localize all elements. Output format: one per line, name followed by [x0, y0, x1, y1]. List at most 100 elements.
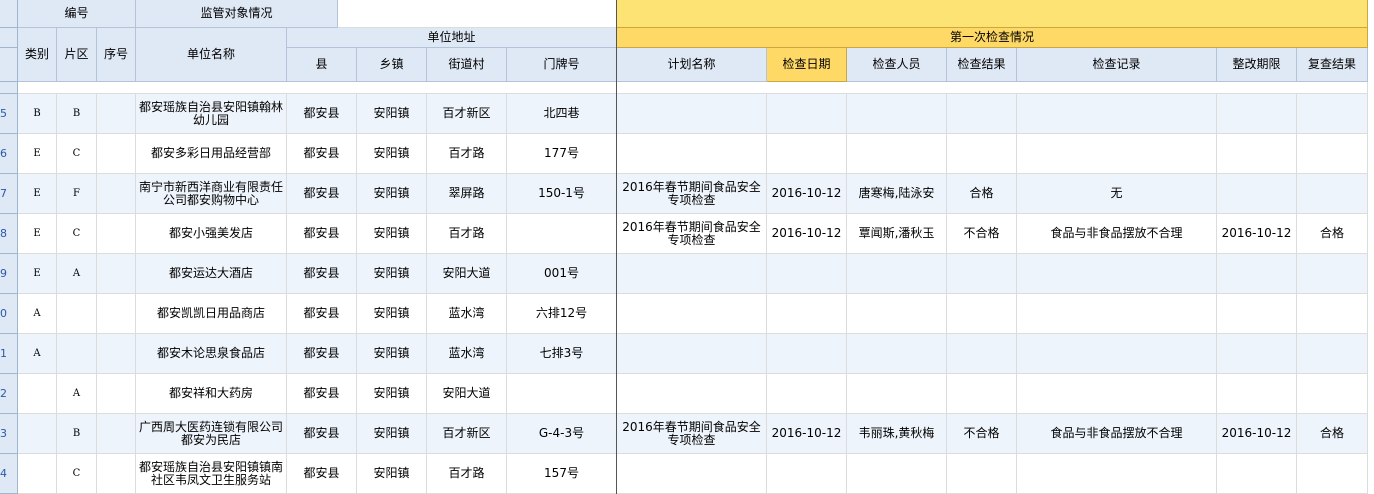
- header-rectify-deadline[interactable]: 整改期限: [1217, 48, 1297, 82]
- cell-street[interactable]: 安阳大道: [427, 374, 507, 414]
- cell-unit-name[interactable]: 都安瑶族自治县安阳镇镇南社区韦凤文卫生服务站: [136, 454, 287, 494]
- cell-inspectors[interactable]: [847, 454, 947, 494]
- cell-street[interactable]: 蓝水湾: [427, 294, 507, 334]
- cell-county[interactable]: 都安县: [287, 134, 357, 174]
- cell-recheck[interactable]: [1297, 174, 1368, 214]
- cell-record[interactable]: 食品与非食品摆放不合理: [1017, 414, 1217, 454]
- cell-unit-name[interactable]: 都安祥和大药房: [136, 374, 287, 414]
- cell-check-date[interactable]: [767, 134, 847, 174]
- cell-record[interactable]: [1017, 334, 1217, 374]
- cell-district[interactable]: [57, 334, 97, 374]
- cell-plan-name[interactable]: [617, 454, 767, 494]
- cell-door-no[interactable]: 001号: [507, 254, 617, 294]
- header-district[interactable]: 片区: [57, 28, 97, 82]
- cell-district[interactable]: A: [57, 374, 97, 414]
- cell-inspectors[interactable]: [847, 334, 947, 374]
- cell-result[interactable]: [947, 134, 1017, 174]
- cell-record[interactable]: 食品与非食品摆放不合理: [1017, 214, 1217, 254]
- cell-check-date[interactable]: [767, 374, 847, 414]
- cell-recheck[interactable]: [1297, 254, 1368, 294]
- row-number[interactable]: 6: [0, 134, 18, 174]
- cell-door-no[interactable]: [507, 214, 617, 254]
- row-number[interactable]: 8: [0, 214, 18, 254]
- cell-town[interactable]: 安阳镇: [357, 334, 427, 374]
- cell-street[interactable]: 百才路: [427, 214, 507, 254]
- cell-recheck[interactable]: [1297, 334, 1368, 374]
- cell-record[interactable]: [1017, 134, 1217, 174]
- header-result[interactable]: 检查结果: [947, 48, 1017, 82]
- header-check-date[interactable]: 检查日期: [767, 48, 847, 82]
- row-number[interactable]: 3: [0, 414, 18, 454]
- cell-district[interactable]: C: [57, 134, 97, 174]
- cell-record[interactable]: [1017, 454, 1217, 494]
- cell-rectify-deadline[interactable]: [1217, 374, 1297, 414]
- header-town[interactable]: 乡镇: [357, 48, 427, 82]
- cell-record[interactable]: 无: [1017, 174, 1217, 214]
- cell-inspectors[interactable]: 覃闻斯,潘秋玉: [847, 214, 947, 254]
- header-first-inspection-band[interactable]: [617, 0, 1368, 28]
- cell-town[interactable]: 安阳镇: [357, 134, 427, 174]
- cell-record[interactable]: [1017, 294, 1217, 334]
- cell-county[interactable]: 都安县: [287, 374, 357, 414]
- cell-serial[interactable]: [97, 334, 136, 374]
- cell-town[interactable]: 安阳镇: [357, 374, 427, 414]
- cell-rectify-deadline[interactable]: 2016-10-12: [1217, 214, 1297, 254]
- header-first-inspection[interactable]: 第一次检查情况: [617, 28, 1368, 48]
- cell-serial[interactable]: [97, 414, 136, 454]
- cell-district[interactable]: B: [57, 94, 97, 134]
- cell-district[interactable]: F: [57, 174, 97, 214]
- header-record[interactable]: 检查记录: [1017, 48, 1217, 82]
- cell-inspectors[interactable]: [847, 94, 947, 134]
- header-serial[interactable]: 序号: [97, 28, 136, 82]
- cell-town[interactable]: 安阳镇: [357, 174, 427, 214]
- header-inspectors[interactable]: 检查人员: [847, 48, 947, 82]
- cell-town[interactable]: 安阳镇: [357, 414, 427, 454]
- cell-street[interactable]: 百才新区: [427, 414, 507, 454]
- cell-county[interactable]: 都安县: [287, 254, 357, 294]
- row-header-corner[interactable]: [0, 0, 18, 28]
- cell-result[interactable]: [947, 374, 1017, 414]
- cell-result[interactable]: [947, 334, 1017, 374]
- cell-serial[interactable]: [97, 374, 136, 414]
- cell-town[interactable]: 安阳镇: [357, 214, 427, 254]
- cell-check-date[interactable]: 2016-10-12: [767, 414, 847, 454]
- cell-serial[interactable]: [97, 254, 136, 294]
- header-unit-name[interactable]: 单位名称: [136, 28, 287, 82]
- cell-county[interactable]: 都安县: [287, 454, 357, 494]
- cell-check-date[interactable]: 2016-10-12: [767, 174, 847, 214]
- cell-unit-name[interactable]: 都安小强美发店: [136, 214, 287, 254]
- cell-unit-name[interactable]: 广西周大医药连锁有限公司都安为民店: [136, 414, 287, 454]
- cell-category[interactable]: E: [18, 214, 57, 254]
- row-number[interactable]: 0: [0, 294, 18, 334]
- cell-rectify-deadline[interactable]: [1217, 174, 1297, 214]
- cell-category[interactable]: B: [18, 94, 57, 134]
- cell-result[interactable]: [947, 254, 1017, 294]
- cell-district[interactable]: [57, 294, 97, 334]
- cell-door-no[interactable]: 150-1号: [507, 174, 617, 214]
- cell-plan-name[interactable]: [617, 254, 767, 294]
- row-number[interactable]: 2: [0, 374, 18, 414]
- cell-recheck[interactable]: [1297, 454, 1368, 494]
- cell-door-no[interactable]: 北四巷: [507, 94, 617, 134]
- cell-inspectors[interactable]: [847, 254, 947, 294]
- cell-unit-name[interactable]: 都安多彩日用品经营部: [136, 134, 287, 174]
- cell-recheck[interactable]: [1297, 134, 1368, 174]
- cell-unit-name[interactable]: 都安瑶族自治县安阳镇翰林幼儿园: [136, 94, 287, 134]
- header-category[interactable]: 类别: [18, 28, 57, 82]
- cell-plan-name[interactable]: [617, 94, 767, 134]
- header-door-no[interactable]: 门牌号: [507, 48, 617, 82]
- cell-check-date[interactable]: [767, 254, 847, 294]
- cell-recheck[interactable]: 合格: [1297, 414, 1368, 454]
- cell-category[interactable]: E: [18, 134, 57, 174]
- cell-door-no[interactable]: 六排12号: [507, 294, 617, 334]
- cell-plan-name[interactable]: [617, 374, 767, 414]
- cell-category[interactable]: [18, 374, 57, 414]
- cell-result[interactable]: [947, 454, 1017, 494]
- cell-county[interactable]: 都安县: [287, 414, 357, 454]
- cell-rectify-deadline[interactable]: 2016-10-12: [1217, 414, 1297, 454]
- cell-serial[interactable]: [97, 294, 136, 334]
- cell-category[interactable]: A: [18, 294, 57, 334]
- cell-record[interactable]: [1017, 254, 1217, 294]
- cell-rectify-deadline[interactable]: [1217, 334, 1297, 374]
- row-number[interactable]: 5: [0, 94, 18, 134]
